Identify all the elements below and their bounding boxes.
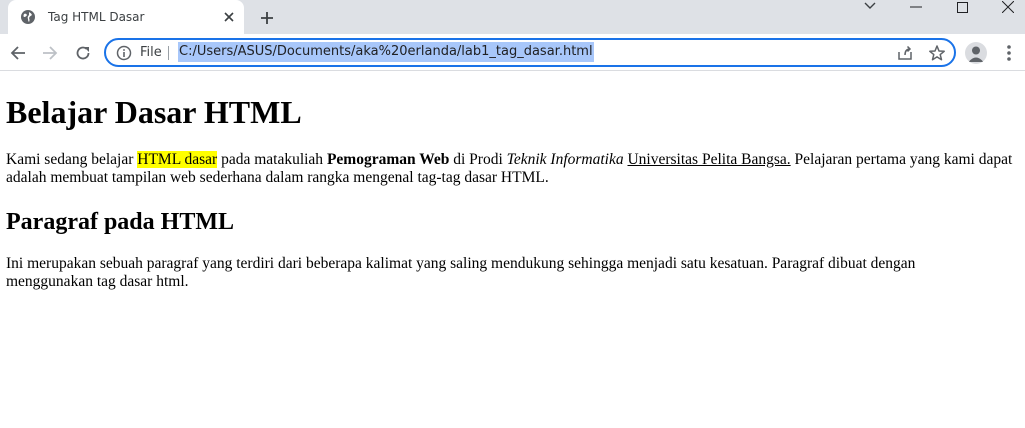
omnibox-divider — [168, 46, 169, 60]
tab-strip: Tag HTML Dasar — [0, 0, 1025, 34]
bold-text: Pemograman Web — [326, 151, 450, 168]
underlined-text: Universitas Pelita Bangsa. — [627, 151, 791, 168]
address-bar[interactable]: File C:/Users/ASUS/Documents/aka%20erlan… — [104, 38, 956, 67]
tab-search-chevron-icon[interactable] — [858, 0, 882, 14]
profile-avatar-icon[interactable] — [965, 42, 987, 64]
page-heading: Belajar Dasar HTML — [6, 94, 302, 130]
section-heading: Paragraf pada HTML — [6, 209, 234, 235]
minimize-icon[interactable] — [893, 0, 939, 14]
second-paragraph: Ini merupakan sebuah paragraf yang terdi… — [6, 255, 916, 290]
security-label: File — [140, 45, 162, 60]
tab-title: Tag HTML Dasar — [48, 10, 145, 24]
browser-tab[interactable]: Tag HTML Dasar — [8, 0, 244, 34]
share-icon[interactable] — [896, 44, 914, 62]
paragraph-text: di Prodi — [449, 151, 507, 168]
info-icon[interactable] — [116, 45, 132, 61]
arrow-left-icon[interactable] — [4, 39, 32, 67]
close-icon[interactable] — [220, 8, 238, 26]
reload-icon[interactable] — [69, 39, 97, 67]
window-close-icon[interactable] — [985, 0, 1025, 14]
new-tab-icon[interactable] — [256, 7, 278, 29]
intro-paragraph: Kami sedang belajar HTML dasar pada mata… — [6, 151, 1021, 187]
kebab-menu-icon[interactable] — [1000, 43, 1018, 63]
star-icon[interactable] — [928, 44, 946, 62]
browser-toolbar: File C:/Users/ASUS/Documents/aka%20erlan… — [0, 34, 1025, 71]
page-content: Belajar Dasar HTML Kami sedang belajar H… — [0, 72, 1025, 428]
paragraph-text: Kami sedang belajar — [6, 151, 138, 168]
arrow-right-icon[interactable] — [36, 39, 64, 67]
maximize-icon[interactable] — [939, 0, 985, 14]
italic-text: Teknik Informatika — [506, 151, 624, 168]
globe-icon — [20, 9, 36, 25]
highlighted-text: HTML dasar — [137, 151, 218, 168]
url-text[interactable]: C:/Users/ASUS/Documents/aka%20erlanda/la… — [178, 42, 594, 62]
paragraph-text: pada matakuliah — [217, 151, 327, 168]
